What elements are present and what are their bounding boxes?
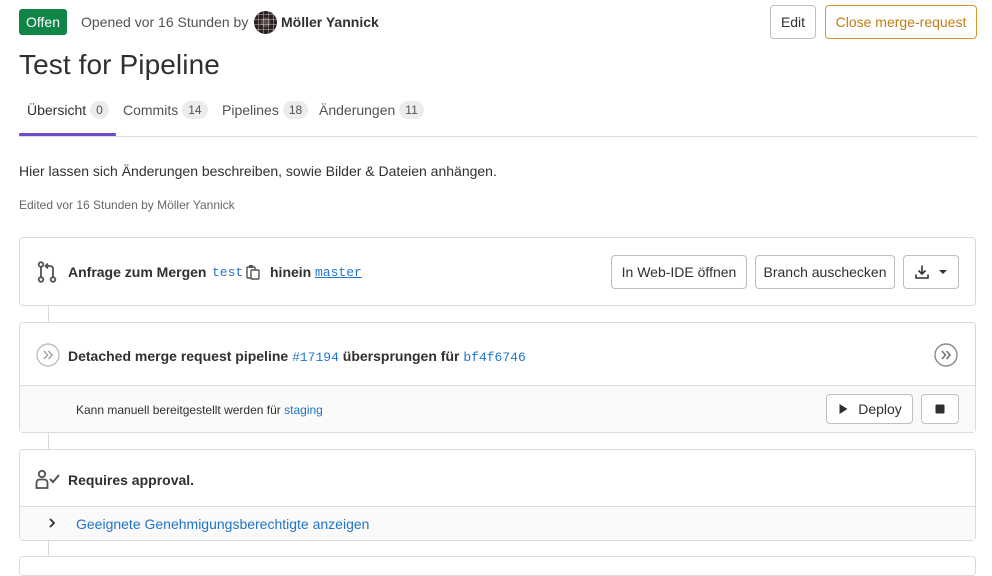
- stop-icon: [935, 404, 945, 414]
- tab-label: Änderungen: [319, 102, 396, 118]
- approval-title: Requires approval.: [68, 472, 195, 488]
- status-badge: Offen: [19, 9, 67, 35]
- manual-deploy-text: Kann manuell bereitgestellt werden für s…: [76, 402, 323, 418]
- active-tab-indicator: [19, 133, 116, 136]
- into-label: hinein: [270, 264, 312, 280]
- download-icon: [915, 265, 929, 279]
- chevron-right-icon[interactable]: [47, 516, 57, 530]
- copy-icon[interactable]: [246, 264, 260, 280]
- opened-info: Opened vor 16 Stunden by: [81, 14, 249, 30]
- deploy-label: Deploy: [858, 401, 902, 417]
- author-name[interactable]: Möller Yannick: [281, 13, 379, 31]
- pipeline-status-text: Detached merge request pipeline #17194 ü…: [68, 347, 526, 367]
- next-widget-card: [19, 556, 976, 576]
- commit-sha-link[interactable]: bf4f6746: [463, 350, 525, 365]
- divider: [20, 385, 975, 386]
- tab-label: Commits: [123, 102, 179, 118]
- timeline-connector: [48, 541, 49, 556]
- tab-count: 18: [282, 101, 309, 119]
- target-branch[interactable]: master: [315, 264, 362, 282]
- tab-overview[interactable]: Übersicht 0: [27, 99, 109, 136]
- tab-changes[interactable]: Änderungen 11: [319, 99, 424, 136]
- timeline-connector: [48, 306, 49, 322]
- page-title: Test for Pipeline: [19, 49, 220, 80]
- chevron-down-icon: [939, 270, 947, 274]
- git-merge-request-icon: [37, 261, 57, 283]
- stop-button[interactable]: [921, 394, 959, 424]
- pipeline-id-link[interactable]: #17194: [292, 350, 339, 365]
- timeline-connector: [48, 433, 49, 449]
- environment-link[interactable]: staging: [284, 403, 323, 417]
- manual-deploy-prefix: Kann manuell bereitgestellt werden für: [76, 403, 281, 417]
- tab-pipelines[interactable]: Pipelines 18: [222, 99, 309, 136]
- tab-count: 0: [90, 101, 109, 119]
- divider: [20, 506, 975, 507]
- close-merge-request-button[interactable]: Close merge-request: [825, 5, 977, 39]
- deploy-button[interactable]: Deploy: [826, 394, 913, 424]
- avatar[interactable]: [254, 11, 277, 34]
- tabs-divider: [19, 136, 977, 137]
- open-web-ide-button[interactable]: In Web-IDE öffnen: [611, 255, 747, 289]
- edit-button[interactable]: Edit: [770, 5, 816, 39]
- checkout-branch-button[interactable]: Branch auschecken: [755, 255, 895, 289]
- tab-count: 11: [399, 101, 424, 119]
- tab-label: Übersicht: [27, 102, 87, 118]
- download-dropdown-button[interactable]: [903, 255, 959, 289]
- status-skipped-icon[interactable]: [934, 343, 958, 367]
- tab-count: 14: [182, 101, 208, 119]
- tab-label: Pipelines: [222, 102, 279, 118]
- status-skipped-icon[interactable]: [36, 343, 60, 367]
- description: Hier lassen sich Änderungen beschreiben,…: [19, 163, 497, 179]
- merge-label: Anfrage zum Mergen: [68, 264, 207, 280]
- play-icon: [839, 404, 848, 414]
- pipeline-middle: übersprungen für: [342, 348, 460, 364]
- tab-commits[interactable]: Commits 14: [123, 99, 208, 136]
- show-approvers-link[interactable]: Geeignete Genehmigungsberechtigte anzeig…: [76, 515, 369, 533]
- edited-info: Edited vor 16 Stunden by Möller Yannick: [19, 198, 235, 212]
- source-branch[interactable]: test: [212, 264, 243, 282]
- approval-user-icon: [35, 469, 60, 489]
- pipeline-prefix: Detached merge request pipeline: [68, 348, 289, 364]
